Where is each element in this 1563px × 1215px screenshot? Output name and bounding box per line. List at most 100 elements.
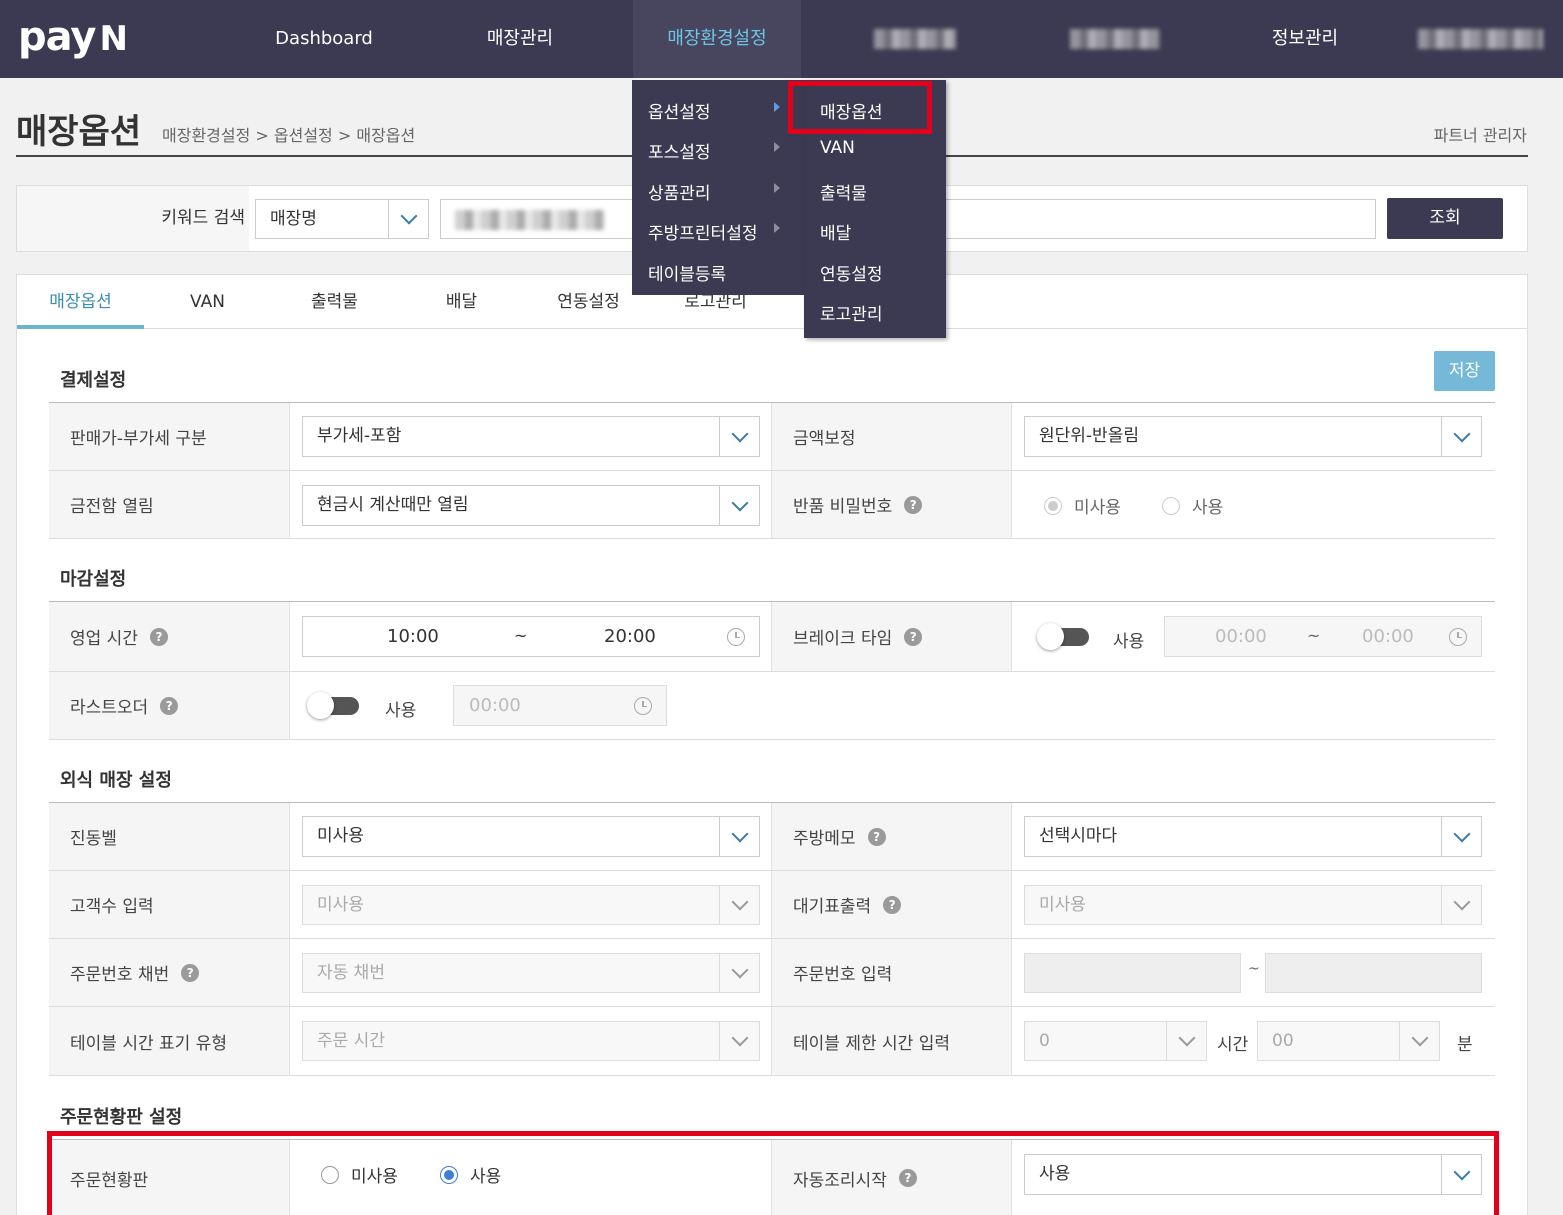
order-no-end-input[interactable] — [1265, 953, 1482, 993]
lastorder-time: 00:00 — [469, 695, 521, 716]
nav-store-management[interactable]: 매장관리 — [440, 0, 600, 78]
logo-n: N — [99, 19, 127, 59]
refund-pw-radio-off[interactable]: 미사용 — [1044, 493, 1121, 518]
table-row: 영업 시간? 10:00 ~ 20:00 브레이크 타임? 사용 00:00 ~… — [49, 602, 1495, 672]
tab-output[interactable]: 출력물 — [271, 275, 398, 329]
break-time-input[interactable]: 00:00 ~ 00:00 — [1164, 616, 1482, 657]
nav-user[interactable] — [1405, 0, 1555, 78]
buzzer-label: 진동벨 — [49, 803, 290, 870]
caret-right-icon — [774, 142, 780, 152]
closing-table: 영업 시간? 10:00 ~ 20:00 브레이크 타임? 사용 00:00 ~… — [49, 601, 1495, 740]
chevron-down-icon — [1166, 1022, 1206, 1060]
lastorder-toggle[interactable] — [307, 692, 359, 719]
order-no-select[interactable]: 자동 채번 — [302, 953, 760, 993]
minutes-unit: 분 — [1457, 1035, 1473, 1055]
tab-store-option[interactable]: 매장옵션 — [17, 275, 144, 329]
hours-unit: 시간 — [1217, 1035, 1249, 1055]
section-title-order-board: 주문현황판 설정 — [60, 1107, 183, 1128]
nav-blurred-2[interactable] — [1040, 0, 1190, 78]
table-limit-minutes-select[interactable]: 00 — [1257, 1021, 1440, 1061]
menu-pos-settings[interactable]: 포스설정 — [648, 138, 711, 163]
section-title-closing: 마감설정 — [60, 569, 127, 590]
help-icon[interactable]: ? — [904, 627, 923, 646]
section-title-dining: 외식 매장 설정 — [60, 770, 172, 791]
table-limit-hours-select[interactable]: 0 — [1024, 1021, 1207, 1061]
breadcrumb: 매장환경설정 > 옵션설정 > 매장옵션 — [162, 126, 416, 145]
menu-table-register[interactable]: 테이블등록 — [648, 260, 726, 285]
buzzer-select[interactable]: 미사용 — [302, 816, 760, 857]
table-time-label: 테이블 시간 표기 유형 — [49, 1007, 290, 1075]
payment-table: 판매가-부가세 구분 부가세-포함 금액보정 원단위-반올림 금전함 열림 현금… — [49, 402, 1495, 539]
nav-blurred-1[interactable] — [840, 0, 990, 78]
chevron-down-icon — [719, 817, 759, 856]
rounding-select[interactable]: 원단위-반올림 — [1024, 416, 1482, 457]
blurred-user — [1417, 29, 1543, 49]
table-row: 진동벨 미사용 주방메모? 선택시마다 — [49, 803, 1495, 871]
nav-store-settings[interactable]: 매장환경설정 — [633, 0, 801, 78]
save-button[interactable]: 저장 — [1434, 351, 1495, 391]
table-time-select[interactable]: 주문 시간 — [302, 1021, 760, 1061]
lastorder-toggle-label: 사용 — [385, 701, 417, 721]
search-field-select[interactable]: 매장명 — [255, 199, 429, 239]
menu-delivery[interactable]: 배달 — [820, 219, 851, 244]
vat-select[interactable]: 부가세-포함 — [302, 416, 760, 457]
table-row: 라스트오더? 사용 00:00 — [49, 672, 1495, 740]
caret-right-icon — [774, 183, 780, 193]
help-icon[interactable]: ? — [181, 963, 200, 982]
blurred-label — [874, 29, 956, 49]
business-hours-input[interactable]: 10:00 ~ 20:00 — [302, 616, 760, 657]
caret-right-icon — [774, 102, 780, 112]
chevron-down-icon — [388, 200, 428, 238]
blurred-keyword — [455, 210, 605, 230]
help-icon[interactable]: ? — [160, 696, 179, 715]
search-button[interactable]: 조회 — [1387, 198, 1503, 239]
menu-highlight-box — [788, 81, 932, 134]
lastorder-time-input[interactable]: 00:00 — [453, 685, 667, 726]
chevron-down-icon — [1399, 1022, 1439, 1060]
menu-integration[interactable]: 연동설정 — [820, 260, 883, 285]
chevron-down-icon — [719, 954, 759, 992]
tab-van[interactable]: VAN — [144, 275, 271, 329]
table-row: 고객수 입력 미사용 대기표출력? 미사용 — [49, 871, 1495, 939]
nav-info-management[interactable]: 정보관리 — [1230, 0, 1380, 78]
table-row: 판매가-부가세 구분 부가세-포함 금액보정 원단위-반올림 — [49, 403, 1495, 471]
menu-output[interactable]: 출력물 — [820, 179, 867, 204]
admin-label: 파트너 관리자 — [1433, 126, 1527, 145]
menu-option-settings[interactable]: 옵션설정 — [648, 98, 711, 123]
menu-van[interactable]: VAN — [820, 138, 855, 158]
radio-selected-icon — [1044, 496, 1062, 515]
radio-icon — [1162, 496, 1180, 515]
order-no-value: 자동 채번 — [317, 963, 385, 983]
drawer-value: 현금시 계산때만 열림 — [317, 495, 469, 515]
help-icon[interactable]: ? — [883, 895, 902, 914]
guest-value: 미사용 — [317, 895, 364, 915]
kitchen-memo-value: 선택시마다 — [1039, 826, 1118, 846]
help-icon[interactable]: ? — [904, 495, 923, 514]
table-row: 금전함 열림 현금시 계산때만 열림 반품 비밀번호? 미사용 사용 — [49, 471, 1495, 539]
chevron-down-icon — [1441, 417, 1481, 456]
refund-pw-radio-on[interactable]: 사용 — [1162, 493, 1223, 518]
guest-select[interactable]: 미사용 — [302, 885, 760, 925]
menu-logo[interactable]: 로고관리 — [820, 300, 883, 325]
search-field-value: 매장명 — [270, 209, 317, 229]
section-title-payment: 결제설정 — [60, 370, 127, 391]
menu-product-management[interactable]: 상품관리 — [648, 179, 711, 204]
ticket-select[interactable]: 미사용 — [1024, 885, 1482, 925]
tab-delivery[interactable]: 배달 — [398, 275, 525, 329]
break-separator: ~ — [1307, 626, 1321, 645]
order-board-highlight-box — [47, 1131, 1499, 1215]
help-icon[interactable]: ? — [149, 627, 168, 646]
drawer-select[interactable]: 현금시 계산때만 열림 — [302, 485, 760, 526]
break-label: 브레이크 타임? — [771, 602, 1012, 671]
chevron-down-icon — [719, 417, 759, 456]
help-icon[interactable]: ? — [867, 827, 886, 846]
kitchen-memo-select[interactable]: 선택시마다 — [1024, 816, 1482, 857]
break-toggle[interactable] — [1037, 623, 1089, 650]
refund-pw-label: 반품 비밀번호? — [771, 471, 1012, 538]
menu-kitchen-printer[interactable]: 주방프린터설정 — [648, 219, 757, 244]
page-title: 매장옵션 — [16, 112, 142, 152]
table-row: 주문번호 채번? 자동 채번 주문번호 입력 ~ — [49, 939, 1495, 1007]
nav-dashboard[interactable]: Dashboard — [244, 0, 404, 78]
order-no-start-input[interactable] — [1024, 953, 1241, 993]
logo[interactable]: pay N — [18, 14, 128, 60]
